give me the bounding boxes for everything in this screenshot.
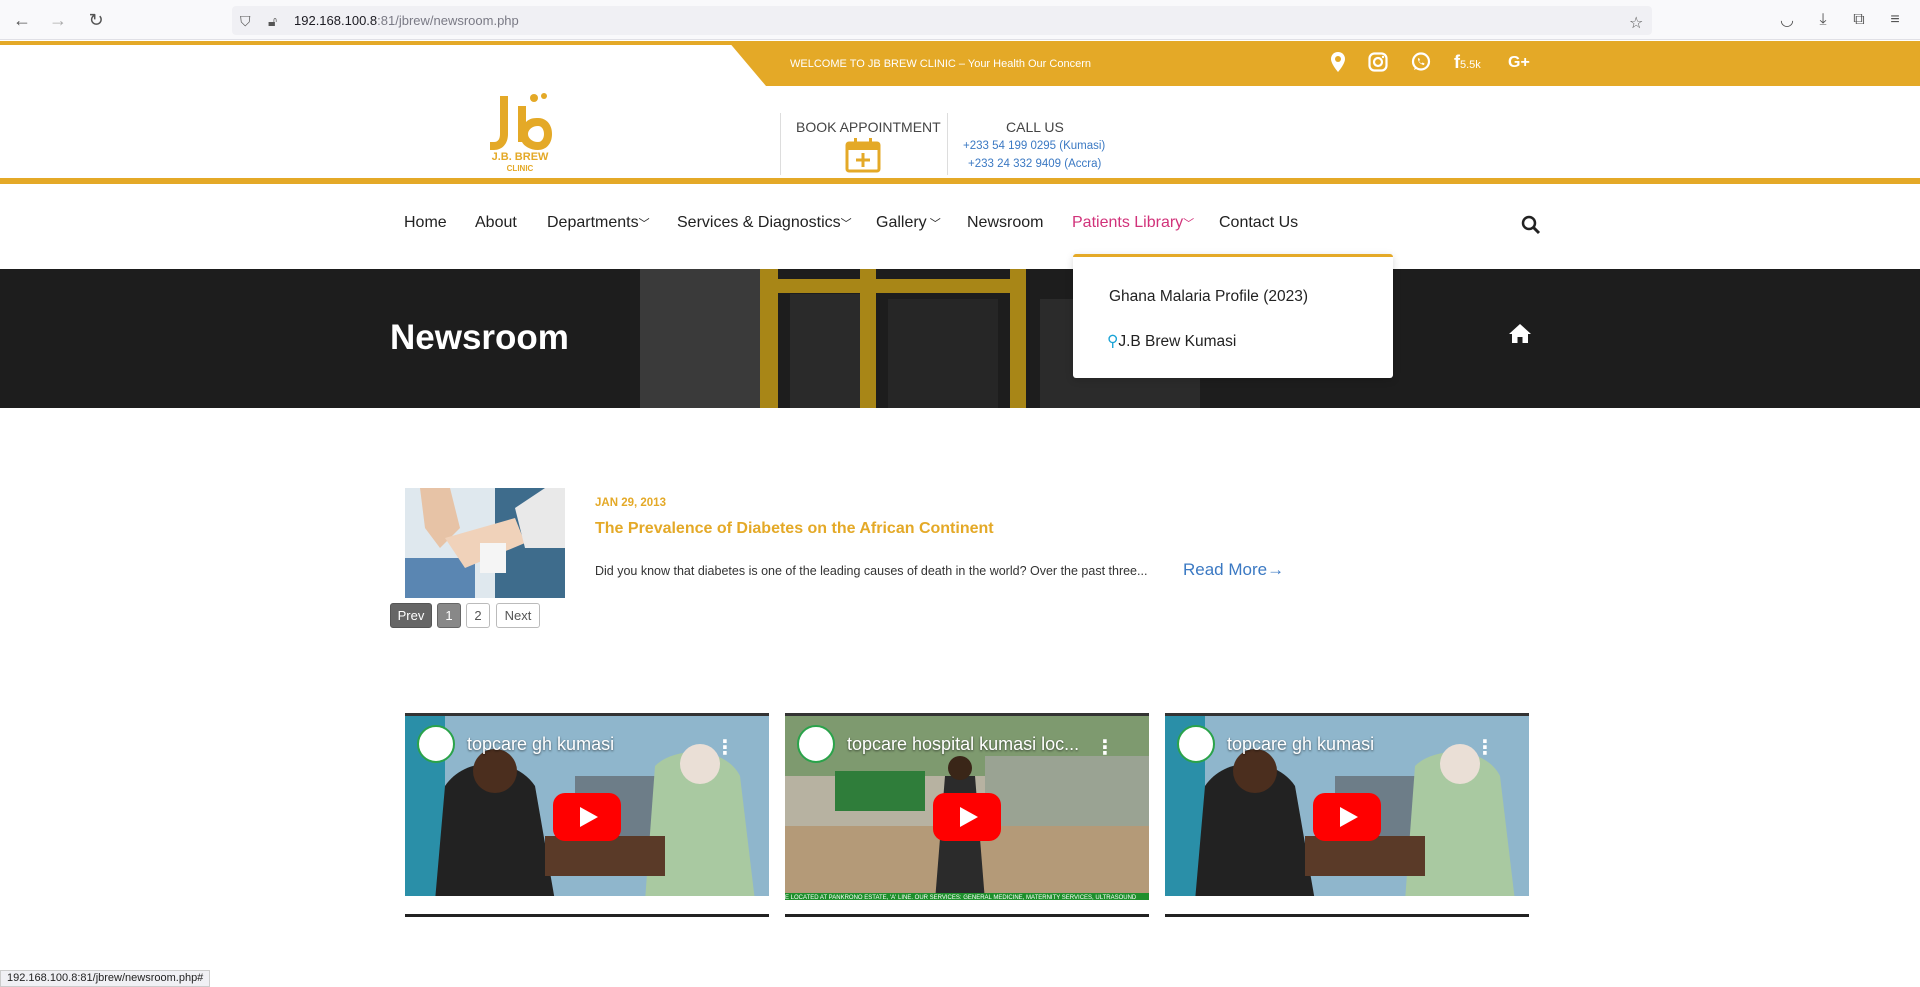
url-path: :81/jbrew/newsroom.php [377, 13, 519, 28]
pager-prev[interactable]: Prev [390, 603, 432, 628]
pager-next[interactable]: Next [496, 603, 540, 628]
phone-kumasi[interactable]: +233 54 199 0295 (Kumasi) [963, 140, 1105, 152]
video-embed[interactable]: topcare gh kumasi ⋮ [1165, 713, 1529, 917]
dropdown-item-malaria-profile[interactable]: Ghana Malaria Profile (2023) [1109, 288, 1308, 306]
channel-avatar [417, 725, 455, 763]
home-icon[interactable] [1508, 322, 1532, 344]
nav-patients-library-label: Patients Library [1072, 214, 1184, 231]
nav-gallery[interactable]: Gallery ﹀ [876, 214, 941, 232]
read-more-link[interactable]: Read More→ [1183, 560, 1284, 580]
nav-contact[interactable]: Contact Us [1219, 214, 1298, 232]
more-vertical-icon[interactable]: ⋮ [715, 735, 735, 760]
nav-services[interactable]: Services & Diagnostics﹀ [677, 214, 852, 232]
location-pin-icon[interactable] [1330, 51, 1346, 73]
shield-icon[interactable]: ⛉ [240, 13, 251, 30]
page-hero [0, 269, 1920, 408]
more-vertical-icon[interactable]: ⋮ [1475, 735, 1495, 760]
back-icon[interactable]: ← [10, 8, 34, 32]
channel-avatar [1177, 725, 1215, 763]
video-title[interactable]: topcare gh kumasi [1227, 734, 1374, 755]
calendar-plus-icon[interactable] [845, 137, 881, 173]
nav-gallery-label: Gallery [876, 214, 927, 231]
call-us-label: CALL US [1006, 119, 1064, 135]
logo-text: J.B. BREW CLINIC [484, 152, 556, 174]
main-nav [0, 184, 1920, 269]
youtube-play-icon[interactable] [933, 793, 1001, 841]
dropdown-item-label: J.B Brew Kumasi [1118, 333, 1237, 350]
nav-departments[interactable]: Departments﹀ [547, 214, 650, 232]
facebook-count: 5.5k [1460, 59, 1481, 71]
channel-avatar [797, 725, 835, 763]
chevron-down-icon: ﹀ [926, 218, 941, 230]
nav-newsroom[interactable]: Newsroom [967, 214, 1043, 232]
search-icon[interactable] [1520, 214, 1542, 236]
logo-name: J.B. BREW [491, 151, 549, 163]
video-title[interactable]: topcare hospital kumasi loc... [847, 734, 1079, 755]
nav-home[interactable]: Home [404, 214, 447, 232]
header-divider [780, 113, 781, 175]
chevron-down-icon: ﹀ [1183, 218, 1195, 230]
video-embed[interactable]: E LOCATED AT PANKRONO ESTATE, 'A' LINE. … [785, 713, 1149, 917]
nav-services-label: Services & Diagnostics [677, 214, 841, 231]
video-embed[interactable]: topcare gh kumasi ⋮ [405, 713, 769, 917]
phone-accra[interactable]: +233 24 332 9409 (Accra) [968, 158, 1101, 170]
url-bar[interactable]: ⛉ 🔓︎ 192.168.100.8:81/jbrew/newsroom.php… [232, 6, 1652, 35]
video-title[interactable]: topcare gh kumasi [467, 734, 614, 755]
star-icon[interactable]: ☆ [1629, 13, 1643, 33]
site-header [0, 86, 1920, 180]
reload-icon[interactable]: ↻ [84, 8, 108, 32]
forward-icon[interactable]: → [46, 8, 70, 32]
book-appointment-label[interactable]: BOOK APPOINTMENT [796, 119, 941, 135]
nav-departments-label: Departments [547, 214, 639, 231]
youtube-play-icon[interactable] [1313, 793, 1381, 841]
insecure-lock-icon[interactable]: 🔓︎ [268, 13, 277, 30]
youtube-play-icon[interactable] [553, 793, 621, 841]
article-excerpt: Did you know that diabetes is one of the… [595, 564, 1148, 578]
extensions-icon[interactable]: ⧉ [1848, 9, 1870, 31]
nav-about[interactable]: About [475, 214, 517, 232]
url-text: 192.168.100.8:81/jbrew/newsroom.php [294, 13, 519, 28]
pager-page-1[interactable]: 1 [437, 603, 461, 628]
google-plus-icon[interactable]: G+ [1508, 54, 1530, 72]
map-marker-icon: ⚲ [1107, 333, 1119, 350]
welcome-text: WELCOME TO JB BREW CLINIC – Your Health … [790, 58, 1091, 70]
instagram-icon[interactable] [1368, 52, 1388, 72]
whatsapp-icon[interactable] [1411, 52, 1431, 72]
header-divider [947, 113, 948, 175]
facebook-link[interactable]: f5.5k [1454, 52, 1481, 73]
dropdown-item-jb-brew-kumasi[interactable]: ⚲J.B Brew Kumasi [1107, 332, 1236, 351]
status-bar-url: 192.168.100.8:81/jbrew/newsroom.php# [0, 970, 211, 987]
url-host: 192.168.100.8 [294, 13, 378, 28]
chevron-down-icon: ﹀ [840, 218, 852, 230]
menu-icon[interactable]: ≡ [1884, 9, 1906, 31]
browser-toolbar: ← → ↻ ⛉ 🔓︎ 192.168.100.8:81/jbrew/newsro… [0, 0, 1920, 40]
patients-library-dropdown: Ghana Malaria Profile (2023) ⚲J.B Brew K… [1073, 254, 1393, 378]
logo-sub: CLINIC [506, 164, 534, 173]
article-title[interactable]: The Prevalence of Diabetes on the Africa… [595, 520, 994, 538]
article-thumbnail[interactable] [405, 488, 565, 598]
nav-patients-library[interactable]: Patients Library﹀ [1072, 214, 1194, 232]
more-vertical-icon[interactable]: ⋮ [1095, 735, 1115, 760]
download-icon[interactable]: ⤓ [1812, 9, 1834, 31]
pocket-icon[interactable]: ◡ [1776, 9, 1798, 31]
pager-page-2[interactable]: 2 [466, 603, 490, 628]
chevron-down-icon: ﹀ [638, 218, 650, 230]
page-title: Newsroom [390, 318, 569, 357]
article-date: JAN 29, 2013 [595, 497, 666, 509]
